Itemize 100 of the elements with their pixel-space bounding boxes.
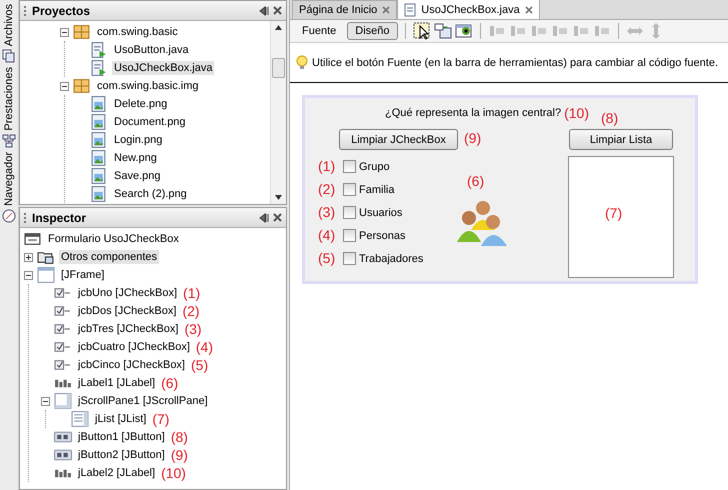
expand-icon[interactable]: [24, 252, 33, 262]
tree-item[interactable]: Save.png: [112, 169, 162, 183]
close-icon[interactable]: [273, 213, 282, 222]
lightbulb-icon: [296, 55, 308, 70]
tree-item[interactable]: jLabel1 [JLabel]: [76, 376, 158, 390]
close-icon[interactable]: [273, 6, 282, 15]
collapse-icon[interactable]: [24, 270, 33, 280]
scroll-up-icon[interactable]: [275, 25, 282, 30]
annotation-number: (9): [464, 130, 482, 146]
annotation-number: (1): [183, 285, 200, 301]
tree-item[interactable]: jLabel2 [JLabel]: [76, 466, 158, 480]
tree-item[interactable]: com.swing.basic: [95, 25, 180, 39]
close-icon[interactable]: [382, 6, 390, 14]
annotation-number: (6): [161, 375, 178, 391]
package-icon: [73, 23, 91, 41]
preview-icon[interactable]: [454, 22, 472, 40]
collapse-icon[interactable]: [60, 82, 69, 90]
tree-item[interactable]: jcbCinco [JCheckBox]: [76, 358, 187, 372]
selection-icon[interactable]: [412, 22, 430, 40]
annotation-number: (5): [318, 250, 336, 266]
annotation-number: (10): [564, 105, 590, 121]
annotation-number: (8): [170, 429, 188, 445]
checkbox[interactable]: Familia: [343, 183, 394, 196]
side-tab[interactable]: Navegador: [3, 152, 15, 206]
panel-title: Proyectos: [32, 4, 92, 18]
tree-item[interactable]: Otros componentes: [59, 250, 159, 264]
annotation-number: (2): [318, 181, 336, 197]
tree-item[interactable]: jcbTres [JCheckBox]: [76, 322, 180, 336]
java-file-icon: [90, 41, 108, 59]
tree-item[interactable]: jcbUno [JCheckBox]: [76, 286, 180, 300]
image-file-icon: [90, 113, 108, 131]
collapse-icon[interactable]: [60, 28, 69, 36]
document-icon: [404, 2, 416, 16]
annotation-number: (3): [318, 204, 336, 220]
minimize-icon[interactable]: [259, 6, 269, 16]
question-label: ¿Qué representa la imagen central?: [385, 107, 562, 119]
minimize-icon[interactable]: [259, 212, 269, 222]
annotation-number: (9): [170, 447, 188, 463]
side-tab[interactable]: Archivos: [3, 4, 15, 46]
tree-item[interactable]: New.png: [112, 151, 159, 165]
tab-label: Página de Inicio: [299, 4, 378, 16]
annotation-number: (2): [182, 303, 200, 319]
list-box[interactable]: [568, 156, 674, 278]
hint-text: Utilice el botón Fuente (en la barra de herramientas) para cambiar al código fuente.: [312, 56, 718, 68]
editor-tab[interactable]: Página de Inicio: [292, 0, 398, 19]
annotation-number: (7): [605, 205, 622, 221]
java-file-icon: [90, 59, 108, 77]
clear-checkboxes-button[interactable]: Limpiar JCheckBox: [339, 129, 458, 150]
scroll-pane-icon: [54, 392, 72, 410]
scroll-down-icon[interactable]: [275, 195, 282, 200]
view-button[interactable]: Fuente: [294, 22, 344, 40]
tree-item[interactable]: jcbCuatro [JCheckBox]: [76, 340, 192, 354]
annotation-number: (6): [467, 173, 484, 189]
annotation-number: (4): [318, 227, 336, 243]
annotation-number: (4): [196, 339, 214, 355]
tree-item[interactable]: com.swing.basic.img: [95, 79, 200, 93]
tree-item[interactable]: UsoButton.java: [112, 43, 191, 57]
form-icon: [24, 230, 42, 248]
checkbox[interactable]: Usuarios: [343, 206, 402, 219]
tree-item[interactable]: jList [JList]: [93, 412, 148, 426]
close-icon[interactable]: [524, 6, 533, 14]
tree-item[interactable]: Delete.png: [112, 97, 170, 111]
clear-list-button[interactable]: Limpiar Lista: [569, 129, 673, 150]
editor-tab[interactable]: UsoJCheckBox.java: [397, 0, 540, 19]
checkbox[interactable]: Personas: [343, 229, 406, 242]
tree-item[interactable]: jButton2 [JButton]: [76, 448, 167, 462]
package-icon: [73, 77, 91, 95]
scrollbar[interactable]: [270, 21, 286, 204]
window-icon: [37, 266, 55, 284]
tree-item[interactable]: jScrollPane1 [JScrollPane]: [76, 394, 210, 408]
annotation-number: (3): [184, 321, 202, 337]
annotation-number: (5): [191, 357, 208, 373]
tree-item[interactable]: Formulario UsoJCheckBox: [46, 232, 181, 246]
collapse-icon[interactable]: [41, 396, 50, 406]
annotation-number: (10): [161, 465, 186, 481]
view-button[interactable]: Diseño: [347, 22, 398, 40]
scrollbar-thumb[interactable]: [272, 58, 285, 78]
checkbox[interactable]: Grupo: [343, 160, 390, 173]
tree-item[interactable]: Document.png: [112, 115, 188, 129]
tab-label: UsoJCheckBox.java: [421, 4, 520, 16]
tree-item[interactable]: jcbDos [JCheckBox]: [76, 304, 178, 318]
checkbox[interactable]: Trabajadores: [343, 252, 424, 265]
list-icon: [71, 410, 89, 428]
side-tab[interactable]: Prestaciones: [3, 67, 15, 131]
image-file-icon: [90, 185, 108, 203]
annotation-number: (8): [601, 110, 618, 126]
tree-item[interactable]: Search (2).png: [112, 187, 189, 201]
files-icon: [2, 49, 16, 64]
image-file-icon: [90, 167, 108, 185]
people-icon: [457, 198, 509, 246]
image-file-icon: [90, 149, 108, 167]
tree-item[interactable]: UsoJCheckBox.java: [112, 61, 214, 75]
annotation-number: (7): [152, 411, 170, 427]
connection-icon[interactable]: [434, 22, 452, 40]
annotation-number: (1): [318, 158, 336, 174]
tree-item[interactable]: [JFrame]: [59, 268, 106, 282]
image-file-icon: [90, 95, 108, 113]
tree-item[interactable]: jButton1 [JButton]: [76, 430, 167, 444]
tree-item[interactable]: Login.png: [112, 133, 164, 147]
panel-title: Inspector: [32, 210, 88, 224]
